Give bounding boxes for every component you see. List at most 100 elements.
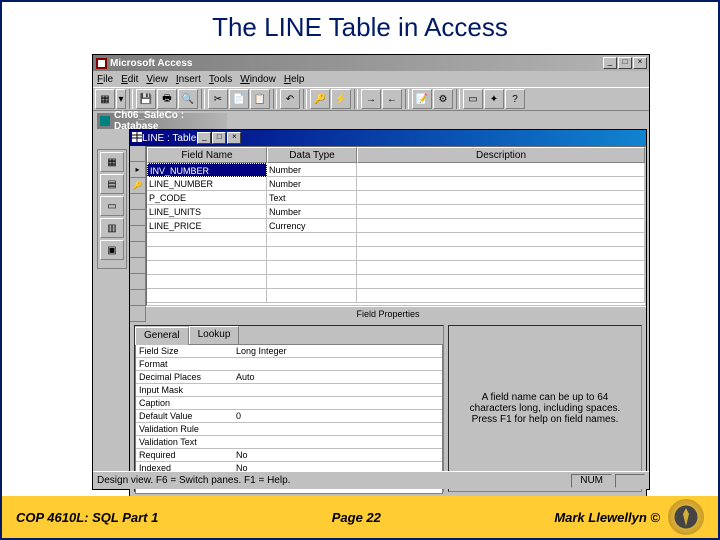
row-selector[interactable] bbox=[130, 226, 146, 242]
undo-button[interactable]: ↶ bbox=[280, 89, 300, 109]
col-field-name[interactable]: Field Name bbox=[147, 147, 267, 163]
new-object-button[interactable]: ✦ bbox=[484, 89, 504, 109]
view-dropdown[interactable]: ▾ bbox=[116, 89, 126, 109]
description-cell[interactable] bbox=[357, 191, 645, 205]
grid-row[interactable] bbox=[147, 275, 645, 289]
reports-tab-icon[interactable]: ▥ bbox=[100, 218, 124, 238]
prop-value[interactable]: Auto bbox=[236, 371, 442, 383]
queries-tab-icon[interactable]: ▤ bbox=[100, 174, 124, 194]
prop-row[interactable]: RequiredNo bbox=[136, 449, 442, 462]
copy-button[interactable]: 📄 bbox=[229, 89, 249, 109]
description-cell[interactable] bbox=[357, 163, 645, 177]
prop-label: Required bbox=[136, 449, 236, 461]
prop-row[interactable]: Field SizeLong Integer bbox=[136, 345, 442, 358]
row-selector[interactable] bbox=[130, 178, 146, 194]
delete-rows-button[interactable]: ← bbox=[382, 89, 402, 109]
menu-file[interactable]: File bbox=[97, 74, 113, 85]
prop-label: Default Value bbox=[136, 410, 236, 422]
data-type-cell[interactable]: Currency bbox=[267, 219, 357, 233]
prop-row[interactable]: Format bbox=[136, 358, 442, 371]
tab-general[interactable]: General bbox=[135, 327, 189, 345]
col-data-type[interactable]: Data Type bbox=[267, 147, 357, 163]
grid-row[interactable] bbox=[147, 247, 645, 261]
view-button[interactable]: ▦ bbox=[95, 89, 115, 109]
grid-row[interactable]: INV_NUMBER Number bbox=[147, 163, 645, 177]
table-close-button[interactable]: × bbox=[227, 132, 241, 144]
minimize-button[interactable]: _ bbox=[603, 57, 617, 69]
menu-window[interactable]: Window bbox=[240, 74, 276, 85]
field-name-cell[interactable]: INV_NUMBER bbox=[147, 163, 267, 177]
db-icon bbox=[99, 115, 111, 127]
data-type-cell[interactable]: Number bbox=[267, 163, 357, 177]
properties-button[interactable]: 📝 bbox=[412, 89, 432, 109]
row-selector[interactable] bbox=[130, 258, 146, 274]
grid-row[interactable]: LINE_NUMBER Number bbox=[147, 177, 645, 191]
print-button[interactable]: 🖶 bbox=[157, 89, 177, 109]
row-selector[interactable] bbox=[130, 274, 146, 290]
prop-row[interactable]: Input Mask bbox=[136, 384, 442, 397]
help-button[interactable]: ? bbox=[505, 89, 525, 109]
field-name-cell[interactable]: LINE_PRICE bbox=[147, 219, 267, 233]
grid-row[interactable]: LINE_UNITS Number bbox=[147, 205, 645, 219]
prop-value[interactable] bbox=[236, 423, 442, 435]
paste-button[interactable]: 📋 bbox=[250, 89, 270, 109]
close-button[interactable]: × bbox=[633, 57, 647, 69]
tables-tab-icon[interactable]: ▦ bbox=[100, 152, 124, 172]
tab-lookup[interactable]: Lookup bbox=[189, 326, 240, 344]
build-button[interactable]: ⚙ bbox=[433, 89, 453, 109]
database-window[interactable]: Ch06_SaleCo : Database bbox=[97, 113, 227, 129]
row-selector[interactable] bbox=[130, 242, 146, 258]
menu-tools[interactable]: Tools bbox=[209, 74, 232, 85]
grid-row[interactable] bbox=[147, 289, 645, 303]
macros-tab-icon[interactable]: ▣ bbox=[100, 240, 124, 260]
menu-edit[interactable]: Edit bbox=[121, 74, 138, 85]
field-name-cell[interactable]: LINE_NUMBER bbox=[147, 177, 267, 191]
grid-row[interactable]: P_CODE Text bbox=[147, 191, 645, 205]
prop-value[interactable] bbox=[236, 397, 442, 409]
prop-row[interactable]: Validation Text bbox=[136, 436, 442, 449]
prop-value[interactable]: Long Integer bbox=[236, 345, 442, 357]
field-name-cell[interactable]: LINE_UNITS bbox=[147, 205, 267, 219]
prop-row[interactable]: Validation Rule bbox=[136, 423, 442, 436]
prop-row[interactable]: Default Value0 bbox=[136, 410, 442, 423]
prop-row[interactable]: Decimal PlacesAuto bbox=[136, 371, 442, 384]
row-selector[interactable] bbox=[130, 194, 146, 210]
prop-value[interactable] bbox=[236, 436, 442, 448]
prop-value[interactable]: No bbox=[236, 449, 442, 461]
description-cell[interactable] bbox=[357, 205, 645, 219]
prop-value[interactable] bbox=[236, 358, 442, 370]
prop-row[interactable]: Caption bbox=[136, 397, 442, 410]
maximize-button[interactable]: □ bbox=[618, 57, 632, 69]
row-selector[interactable] bbox=[130, 162, 146, 178]
data-type-cell[interactable]: Number bbox=[267, 177, 357, 191]
description-cell[interactable] bbox=[357, 219, 645, 233]
col-description[interactable]: Description bbox=[357, 147, 645, 163]
row-selector[interactable] bbox=[130, 290, 146, 306]
prop-value[interactable] bbox=[236, 384, 442, 396]
row-selector-header[interactable] bbox=[130, 146, 146, 162]
menu-help[interactable]: Help bbox=[284, 74, 305, 85]
preview-button[interactable]: 🔍 bbox=[178, 89, 198, 109]
insert-rows-button[interactable]: → bbox=[361, 89, 381, 109]
grid-row[interactable] bbox=[147, 233, 645, 247]
grid-row[interactable]: LINE_PRICE Currency bbox=[147, 219, 645, 233]
table-minimize-button[interactable]: _ bbox=[197, 132, 211, 144]
cut-button[interactable]: ✂ bbox=[208, 89, 228, 109]
row-selector[interactable] bbox=[130, 306, 146, 322]
db-window-button[interactable]: ▭ bbox=[463, 89, 483, 109]
menu-view[interactable]: View bbox=[146, 74, 168, 85]
design-grid[interactable]: Field Name Data Type Description INV_NUM… bbox=[146, 146, 646, 306]
field-name-cell[interactable]: P_CODE bbox=[147, 191, 267, 205]
menu-insert[interactable]: Insert bbox=[176, 74, 201, 85]
forms-tab-icon[interactable]: ▭ bbox=[100, 196, 124, 216]
row-selector[interactable] bbox=[130, 210, 146, 226]
save-button[interactable]: 💾 bbox=[136, 89, 156, 109]
table-maximize-button[interactable]: □ bbox=[212, 132, 226, 144]
data-type-cell[interactable]: Number bbox=[267, 205, 357, 219]
description-cell[interactable] bbox=[357, 177, 645, 191]
prop-value[interactable]: 0 bbox=[236, 410, 442, 422]
indexes-button[interactable]: ⚡ bbox=[331, 89, 351, 109]
grid-row[interactable] bbox=[147, 261, 645, 275]
primary-key-button[interactable]: 🔑 bbox=[310, 89, 330, 109]
data-type-cell[interactable]: Text bbox=[267, 191, 357, 205]
